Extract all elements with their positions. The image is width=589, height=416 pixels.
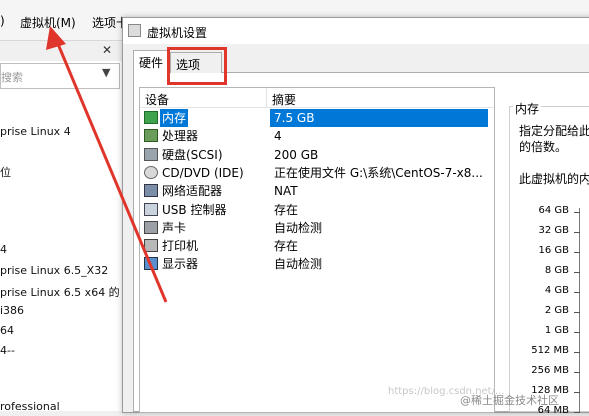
memory-scale-tick	[574, 372, 580, 373]
device-name: 打印机	[162, 239, 199, 254]
device-summary: NAT	[274, 184, 298, 199]
memory-description: 此虚拟机的内	[519, 172, 589, 186]
memory-scale-tick	[574, 212, 580, 213]
device-name: USB 控制器	[162, 202, 227, 217]
device-summary: 存在	[274, 202, 299, 217]
dialog-body: 硬件 选项 设备 摘要 内存 7.5 GB 处理器 4 硬盘(SCSI) 200 GB CD…	[123, 44, 589, 416]
library-header: ✕	[0, 41, 122, 61]
device-summary: 自动检测	[274, 220, 323, 235]
memory-icon	[144, 111, 158, 124]
memory-scale-label: 8 GB	[544, 265, 569, 276]
memory-scale-label: 256 MB	[531, 365, 569, 376]
network-adapter-icon	[144, 184, 158, 198]
processor-icon	[144, 129, 158, 143]
memory-group-title: 内存	[513, 100, 542, 117]
column-header-device[interactable]: 设备	[145, 91, 169, 108]
memory-scale-tick	[574, 272, 580, 273]
memory-scale-tick	[574, 312, 580, 313]
memory-scale-tick	[574, 232, 580, 233]
column-header-summary[interactable]: 摘要	[272, 91, 296, 108]
device-list-header: 设备 摘要	[140, 88, 494, 108]
vm-list-item[interactable]: prise Linux 4	[0, 125, 71, 138]
vm-list-item[interactable]: 4	[0, 243, 7, 256]
vm-list-item[interactable]: rofessional	[0, 400, 60, 413]
device-row[interactable]: 网络适配器 NAT	[142, 182, 488, 200]
dialog-titlebar[interactable]: 虚拟机设置	[123, 18, 589, 44]
memory-scale-tick	[574, 332, 580, 333]
tab-hardware[interactable]: 硬件	[133, 50, 169, 73]
device-name: 网络适配器	[162, 184, 223, 199]
vm-list-item[interactable]: 64	[0, 324, 14, 337]
vm-list-item[interactable]: prise Linux 6.5 x64 的	[0, 284, 120, 300]
cd-dvd-icon	[144, 165, 158, 179]
memory-scale-label: 2 GB	[544, 305, 569, 316]
menu-item-vm[interactable]: 虚拟机(M)	[20, 14, 76, 31]
device-name: 声卡	[162, 220, 187, 235]
vm-settings-icon	[128, 24, 141, 37]
memory-scale-track[interactable]	[579, 208, 580, 412]
display-icon	[144, 257, 158, 271]
vm-list-item[interactable]: i386	[0, 304, 24, 317]
device-row[interactable]: USB 控制器 存在	[142, 201, 488, 219]
memory-scale-label: 16 GB	[538, 245, 569, 256]
memory-scale-tick	[574, 412, 580, 413]
device-row[interactable]: 硬盘(SCSI) 200 GB	[142, 146, 488, 164]
library-panel: ✕ 搜索 ▼ prise Linux 4 位 4 prise Linux 6.5…	[0, 41, 123, 413]
printer-icon	[144, 239, 158, 253]
device-row[interactable]: 显示器 自动检测	[142, 255, 488, 273]
device-summary: 正在使用文件 G:\系统\CentOS-7-x8...	[274, 165, 483, 180]
annotation-highlight-box	[167, 47, 227, 85]
device-row[interactable]: 打印机 存在	[142, 237, 488, 255]
memory-scale-tick	[574, 352, 580, 353]
memory-scale-label: 64 GB	[538, 205, 569, 216]
device-row[interactable]: 内存 7.5 GB	[142, 109, 488, 127]
sound-card-icon	[144, 220, 158, 234]
memory-scale-label: 1 GB	[544, 325, 569, 336]
device-summary: 4	[274, 129, 282, 144]
device-summary: 200 GB	[274, 147, 319, 162]
menu-item-prev[interactable]: )	[0, 14, 5, 28]
device-name: 处理器	[162, 129, 199, 144]
hard-disk-icon	[144, 147, 158, 161]
column-divider[interactable]	[266, 88, 267, 107]
vm-settings-dialog: 虚拟机设置 硬件 选项 设备 摘要 内存 7.5 GB 处理器 4 硬盘(SCSI) 20…	[122, 17, 589, 416]
library-search-input[interactable]: 搜索 ▼	[0, 63, 120, 89]
device-name: 硬盘(SCSI)	[162, 147, 223, 162]
device-row[interactable]: 处理器 4	[142, 127, 488, 145]
memory-description: 的倍数。	[519, 140, 568, 154]
memory-description: 指定分配给此	[519, 124, 589, 138]
tab-hardware-label: 硬件	[139, 56, 164, 70]
device-name: 内存	[160, 109, 189, 127]
device-summary: 自动检测	[274, 257, 323, 272]
vm-list-item[interactable]: 4--	[0, 344, 15, 357]
watermark: @稀土掘金技术社区	[460, 394, 559, 407]
vm-list-item[interactable]: prise Linux 6.5_X32	[0, 264, 108, 277]
search-placeholder: 搜索	[1, 71, 23, 84]
device-name: CD/DVD (IDE)	[162, 165, 244, 180]
memory-scale-label: 32 GB	[538, 225, 569, 236]
memory-scale-tick	[574, 392, 580, 393]
vm-list-item[interactable]: 位	[0, 164, 11, 180]
device-list[interactable]: 设备 摘要 内存 7.5 GB 处理器 4 硬盘(SCSI) 200 GB CD/DVD (…	[139, 87, 495, 413]
chevron-down-icon[interactable]: ▼	[102, 66, 110, 79]
device-summary: 7.5 GB	[274, 111, 315, 125]
memory-scale-label: 4 GB	[544, 285, 569, 296]
device-summary: 存在	[274, 239, 299, 254]
memory-scale-tick	[574, 292, 580, 293]
close-icon[interactable]: ✕	[102, 43, 112, 57]
memory-scale-label: 512 MB	[531, 345, 569, 356]
dialog-title: 虚拟机设置	[147, 26, 208, 40]
device-row[interactable]: 声卡 自动检测	[142, 219, 488, 237]
device-row[interactable]: CD/DVD (IDE) 正在使用文件 G:\系统\CentOS-7-x8...	[142, 164, 488, 182]
device-name: 显示器	[162, 257, 199, 272]
memory-scale-tick	[574, 252, 580, 253]
usb-controller-icon	[144, 202, 158, 216]
